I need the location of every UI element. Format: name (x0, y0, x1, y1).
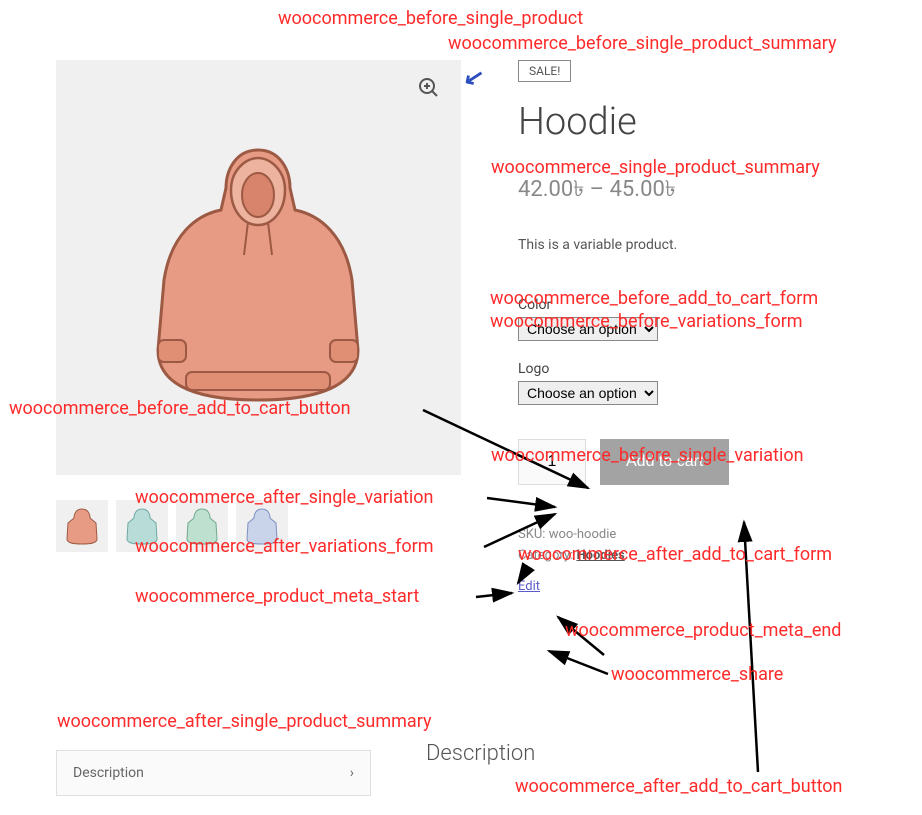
hook-product-meta-end: woocommerce_product_meta_end (565, 620, 841, 641)
hook-after-add-to-cart-button: woocommerce_after_add_to_cart_button (515, 776, 843, 797)
thumbnail-1[interactable] (56, 500, 108, 552)
hook-after-single-product-summary: woocommerce_after_single_product_summary (57, 711, 432, 732)
hook-before-single-variation: woocommerce_before_single_variation (491, 445, 804, 466)
edit-link[interactable]: Edit (518, 579, 540, 594)
hook-after-single-variation: woocommerce_after_single_variation (135, 487, 433, 508)
hook-after-variations-form: woocommerce_after_variations_form (135, 536, 434, 557)
logo-label: Logo (518, 361, 878, 377)
variation-logo: Logo Choose an option (518, 361, 878, 405)
short-description: This is a variable product. (518, 237, 878, 253)
logo-select[interactable]: Choose an option (518, 381, 658, 405)
arrow-indicator-icon: ↙ (461, 61, 486, 93)
hoodie-illustration (136, 140, 381, 410)
hook-after-add-to-cart-form: woocommerce_after_add_to_cart_form (518, 544, 832, 565)
hook-product-meta-start: woocommerce_product_meta_start (135, 586, 419, 607)
sku-row: SKU: woo-hoodie (518, 527, 878, 542)
product-title: Hoodie (518, 100, 878, 144)
hook-single-product-summary: woocommerce_single_product_summary (491, 157, 820, 178)
tab-panel-heading: Description (426, 741, 535, 766)
product-gallery (56, 60, 461, 552)
hook-before-single-product: woocommerce_before_single_product (278, 8, 583, 29)
hook-before-variations-form: woocommerce_before_variations_form (490, 311, 803, 332)
hook-before-single-product-summary: woocommerce_before_single_product_summar… (448, 33, 837, 54)
chevron-right-icon: › (350, 765, 354, 781)
sale-badge: SALE! (518, 60, 571, 82)
sku-label: SKU: (518, 527, 545, 542)
tab-description[interactable]: Description › (56, 750, 371, 796)
hook-before-add-to-cart-button: woocommerce_before_add_to_cart_button (9, 398, 351, 419)
hook-share: woocommerce_share (611, 664, 783, 685)
hook-before-add-to-cart-form: woocommerce_before_add_to_cart_form (490, 288, 818, 309)
tab-label: Description (73, 765, 144, 781)
tabs-list: Description › (56, 750, 371, 796)
zoom-icon[interactable] (417, 76, 445, 104)
sku-value: woo-hoodie (549, 527, 617, 542)
